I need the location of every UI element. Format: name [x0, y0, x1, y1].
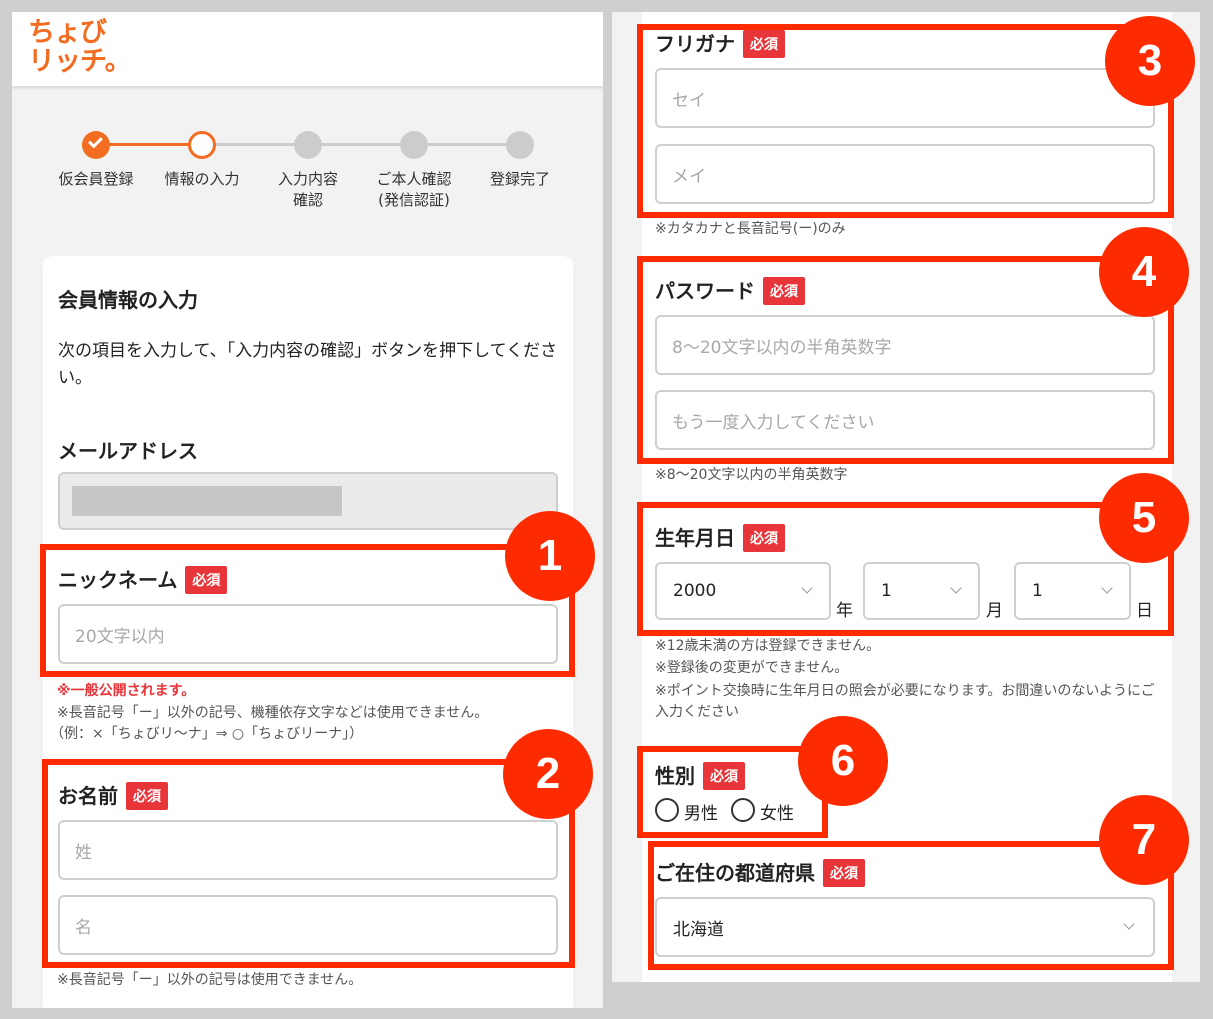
birthday-note: ※12歳未満の方は登録できません。: [655, 638, 881, 654]
step-label: 入力内容 確認: [277, 170, 338, 209]
birthday-note: ※登録後の変更ができません。: [655, 660, 849, 676]
step-1-done-icon: [82, 131, 110, 159]
callout-badge-4: 4: [1099, 227, 1189, 317]
step-label: 情報の入力: [164, 170, 240, 188]
nickname-public-note: ※一般公開されます。: [57, 683, 196, 699]
form-description: 次の項目を入力して、「入力内容の確認」ボタンを押下してください。: [58, 341, 558, 388]
step-2-current-icon: [188, 131, 216, 159]
step-4-icon: [400, 131, 428, 159]
highlight-box-7: [648, 841, 1174, 970]
masked-email-value: [72, 486, 342, 516]
chobirich-logo[interactable]: ちょび リッチ。: [28, 18, 132, 76]
right-screen: フリガナ 必須 セイ メイ ※カタカナと長音記号(ー)のみ パスワード 必須 8〜2…: [612, 12, 1200, 982]
form-title: 会員情報の入力: [58, 288, 198, 312]
email-label: メールアドレス: [58, 439, 198, 463]
birthday-note: ※ポイント交換時に生年月日の照会が必要になります。お間違いのないようにご入力くだ…: [655, 683, 1155, 720]
highlight-box-3: [637, 24, 1174, 218]
callout-badge-1: 1: [505, 511, 595, 601]
site-header: ちょび リッチ。: [12, 12, 603, 86]
callout-badge-2: 2: [503, 729, 593, 819]
left-screen: ちょび リッチ。 仮会員登録 情報の入力 入力内容 確認 ご本人確認 (発信認証…: [12, 12, 603, 1008]
highlight-box-2: [42, 759, 575, 968]
step-label: 登録完了: [489, 170, 550, 188]
password-note: ※8〜20文字以内の半角英数字: [655, 467, 848, 483]
callout-badge-3: 3: [1105, 16, 1195, 106]
callout-badge-7: 7: [1099, 795, 1189, 885]
step-connector: [96, 143, 202, 146]
furigana-note: ※カタカナと長音記号(ー)のみ: [655, 221, 846, 237]
nickname-note: ※長音記号「ー」以外の記号、機種依存文字などは使用できません。: [57, 705, 489, 721]
highlight-box-1: [40, 544, 575, 677]
step-label: ご本人確認 (発信認証): [376, 170, 452, 209]
highlight-box-4: [637, 256, 1174, 464]
nickname-example: （例：×「ちょびリ〜ナ」⇒ ○「ちょびリーナ」）: [50, 726, 364, 742]
email-field: [58, 472, 558, 530]
step-label: 仮会員登録: [58, 170, 134, 188]
step-connector: [202, 143, 520, 146]
callout-badge-6: 6: [798, 716, 888, 806]
highlight-box-5: [637, 502, 1174, 636]
step-3-icon: [294, 131, 322, 159]
callout-badge-5: 5: [1099, 473, 1189, 563]
name-note: ※長音記号「ー」以外の記号は使用できません。: [57, 972, 363, 988]
check-icon: [88, 133, 103, 149]
step-5-icon: [506, 131, 534, 159]
